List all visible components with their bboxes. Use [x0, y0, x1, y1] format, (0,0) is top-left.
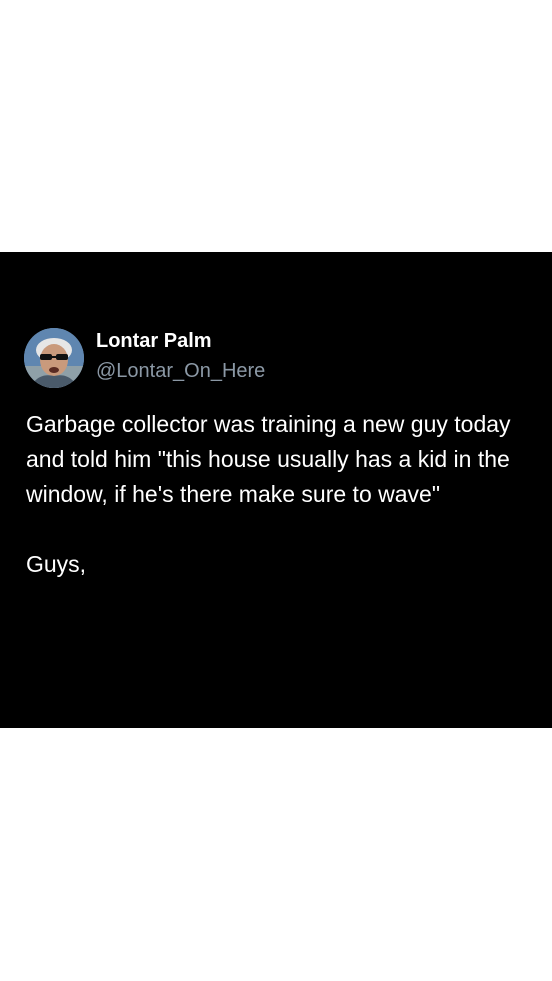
author-display-name[interactable]: Lontar Palm: [96, 330, 212, 353]
tweet-card[interactable]: Lontar Palm @Lontar_On_Here Garbage coll…: [0, 252, 552, 728]
profile-photo-icon: [24, 328, 84, 388]
screenshot-page: Lontar Palm @Lontar_On_Here Garbage coll…: [0, 0, 552, 981]
avatar[interactable]: [24, 328, 84, 388]
author-handle[interactable]: @Lontar_On_Here: [96, 360, 265, 383]
tweet-closing-text: Guys,: [26, 551, 87, 577]
tweet-text: Garbage collector was training a new guy…: [26, 407, 536, 582]
tweet-main-text: Garbage collector was training a new guy…: [26, 411, 511, 507]
